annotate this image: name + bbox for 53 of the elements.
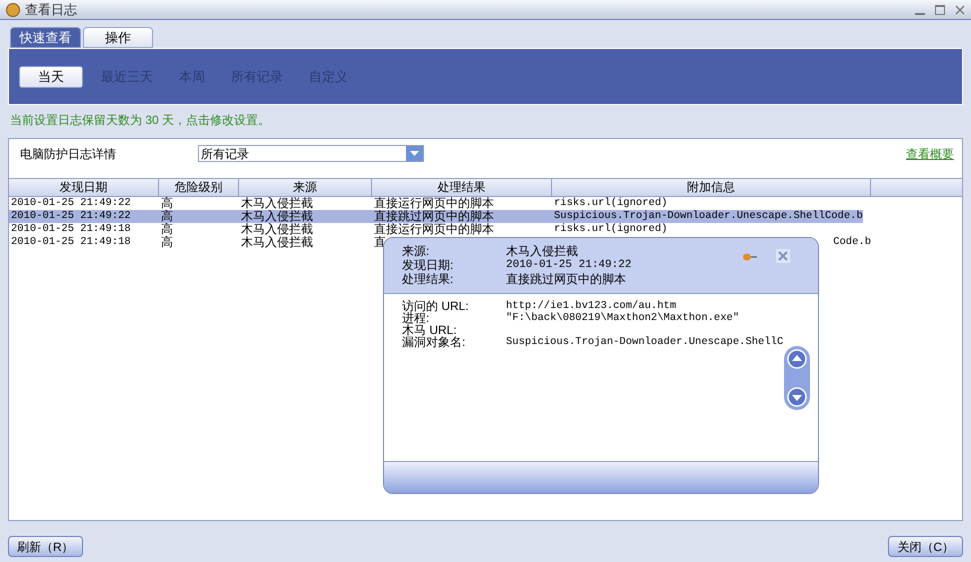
table-cell-text: Code.b [832,236,871,249]
filter-button[interactable]: 当天 [19,66,83,88]
table-cell-text: 木马入侵拦截 [240,236,313,249]
record-dropdown[interactable]: 所有记录 [198,145,424,162]
table-cell-text: risks.url(ignored) [553,223,668,236]
table-cell: 高 [159,210,239,223]
refresh-button[interactable]: 刷新（R） [8,536,83,557]
detail-label: 木马 URL: [402,324,457,336]
detail-label: 访问的 URL: [402,300,470,312]
tab[interactable]: 快速查看 [10,27,81,48]
table-cell-text: 直接运行网页中的脚本 [373,197,494,210]
table-cell-text: 高 [160,236,173,249]
table-cell: 2010-01-25 21:49:22 [9,210,159,223]
table-cell-text: 木马入侵拦截 [240,223,313,236]
summary-link[interactable]: 查看概要 [906,144,954,162]
column-header[interactable]: 发现日期 [9,179,159,196]
scroll-down-icon[interactable] [787,387,807,407]
detail-value: Suspicious.Trojan-Downloader.Unescape.ShellC [506,336,784,348]
maximize-icon[interactable] [935,4,945,14]
table-cell-text: 高 [160,223,173,236]
table-cell-text: 直 [373,236,386,249]
detail-value: "F:\back\080219\Maxthon2\Maxthon.exe" [506,312,740,324]
panel-title: 电脑防护日志详情 [20,146,117,162]
column-header[interactable]: 附加信息 [552,179,871,196]
pushpin-icon[interactable] [742,252,758,262]
table-cell-text: 2010-01-25 21:49:22 [10,197,131,210]
detail-value: 2010-01-25 21:49:22 [506,258,632,272]
window-title: 查看日志 [25,0,77,19]
table-cell: Suspicious.Trojan-Downloader.Unescape.ShellCode.b [552,210,863,223]
table-cell-text: risks.url(ignored) [553,197,668,210]
detail-label: 进程: [402,312,430,324]
column-header[interactable]: 处理结果 [372,179,552,196]
scroll-up-icon[interactable] [787,349,807,369]
detail-value: 直接跳过网页中的脚本 [506,272,626,286]
table-cell: 直接跳过网页中的脚本 [372,210,552,223]
table-cell-text: 高 [160,197,173,210]
table-cell-text: 2010-01-25 21:49:18 [10,236,131,249]
detail-label: 发现日期: [402,258,454,272]
detail-value: http://ie1.bv123.com/au.htm [506,300,676,312]
table-cell: 木马入侵拦截 [239,210,372,223]
detail-label: 处理结果: [402,272,454,286]
close-button[interactable]: 关闭（C） [888,536,963,557]
table-cell-text: 2010-01-25 21:49:18 [10,223,131,236]
close-icon[interactable] [955,4,965,14]
table-cell-text: 直接运行网页中的脚本 [373,223,494,236]
detail-value: 木马入侵拦截 [506,244,578,258]
detail-label: 来源: [402,244,430,258]
tab[interactable]: 操作 [83,27,153,48]
close-icon[interactable] [776,249,790,263]
detail-label: 漏洞对象名: [402,336,466,348]
column-header[interactable]: 来源 [239,179,372,196]
table-cell-text: 木马入侵拦截 [240,197,313,210]
column-header[interactable]: 危险级别 [159,179,239,196]
